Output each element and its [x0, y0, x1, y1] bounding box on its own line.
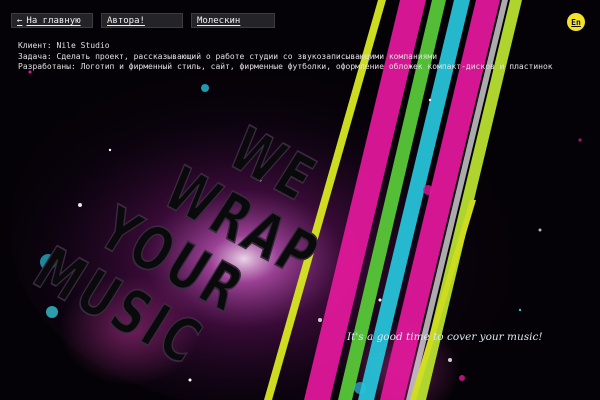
task-text: Задача: Сделать проект, рассказывающий о… [18, 51, 438, 61]
top-navigation: ← На главную Автора! Молескин [11, 13, 275, 28]
home-link[interactable]: ← На главную [11, 13, 93, 28]
authors-link[interactable]: Автора! [101, 13, 183, 28]
moleskin-link-label: Молескин [197, 15, 241, 26]
authors-link-label: Автора! [107, 15, 145, 26]
developed-text: Разработаны: Логотип и фирменный стиль, … [18, 62, 553, 71]
home-link-label: На главную [26, 15, 81, 26]
client-text: Клиент: Nile Studio [18, 41, 110, 50]
tagline: It's a good time to cover your music! [347, 331, 543, 343]
language-switch-button[interactable]: En [567, 13, 585, 31]
arrow-left-icon: ← [17, 15, 23, 26]
project-info: Клиент: Nile Studio Задача: Сделать прое… [18, 41, 553, 73]
moleskin-link[interactable]: Молескин [191, 13, 275, 28]
